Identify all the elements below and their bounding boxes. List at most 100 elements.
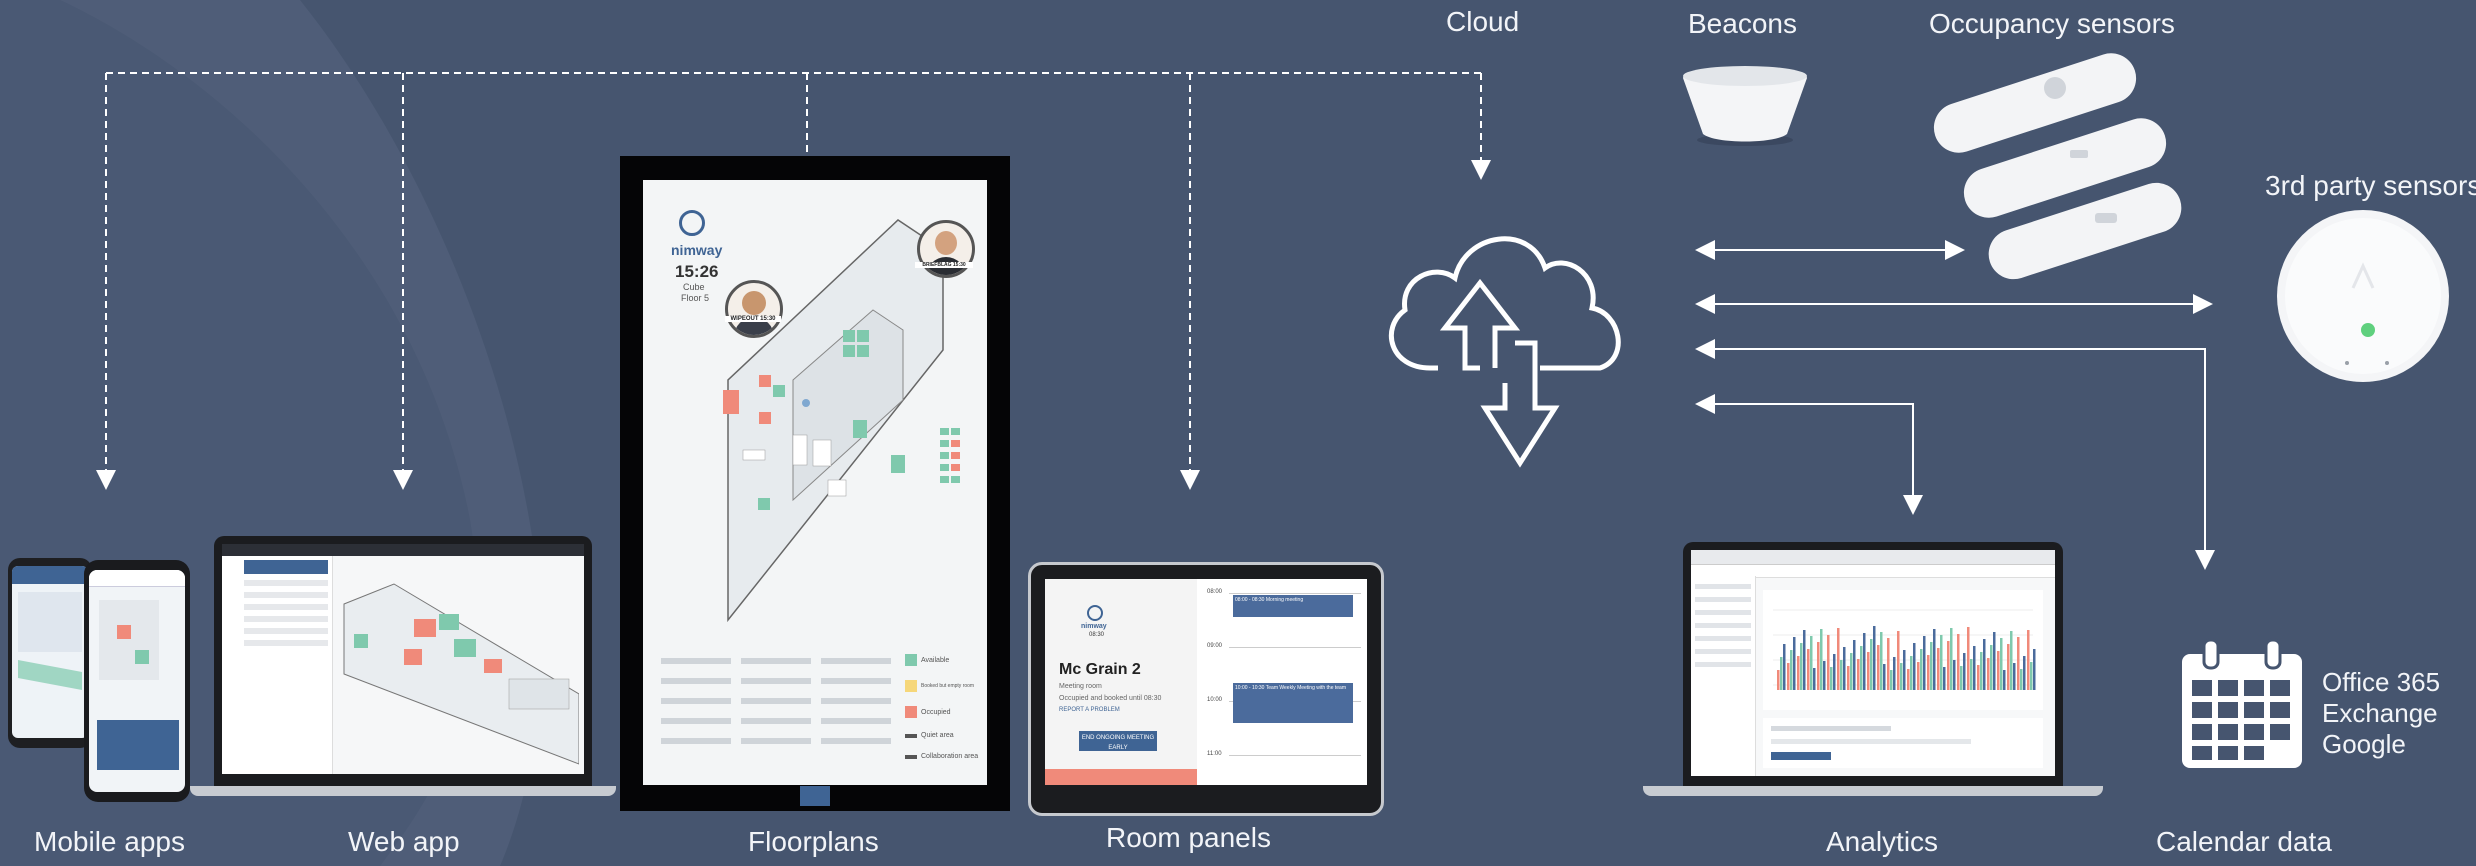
analytics-bar: [1993, 632, 1996, 690]
analytics-bar: [1950, 628, 1953, 690]
analytics-bar: [2020, 669, 2023, 690]
label-occupancy-sensors: Occupancy sensors: [1929, 8, 2175, 39]
analytics-bar: [1780, 657, 1783, 690]
analytics-bar: [2030, 662, 2033, 690]
analytics-bar: [1837, 628, 1840, 690]
label-analytics: Analytics: [1826, 826, 1939, 857]
analytics-bar: [1970, 659, 1973, 690]
avatar-left: [725, 280, 783, 338]
analytics-bar: [1893, 657, 1896, 690]
calendar-source-exchange: Exchange: [2322, 698, 2438, 728]
analytics-bar: [1840, 660, 1843, 690]
analytics-bar: [1907, 669, 1910, 690]
label-calendar-data: Calendar data: [2156, 826, 2332, 857]
analytics-bar: [1863, 633, 1866, 690]
analytics-bar: [1880, 632, 1883, 690]
analytics-bar: [1927, 655, 1930, 690]
analytics-bar: [1790, 650, 1793, 690]
room-panel-tablet: nimway 08:30 Mc Grain 2 Meeting room Occ…: [1028, 562, 1384, 816]
analytics-bar: [1940, 635, 1943, 690]
analytics-bar: [1833, 654, 1836, 690]
analytics-bar: [1947, 641, 1950, 690]
analytics-bar: [1877, 645, 1880, 690]
analytics-bar: [1900, 663, 1903, 690]
calendar-sources: Office 365 Exchange Google: [2322, 667, 2440, 760]
kiosk-logo-tab: [800, 786, 830, 806]
panel-status: Occupied and booked until 08:30: [1059, 695, 1162, 702]
analytics-bar: [1910, 656, 1913, 690]
analytics-bar: [1883, 664, 1886, 690]
analytics-bar: [1960, 666, 1963, 690]
panel-room-name: Mc Grain 2: [1059, 661, 1141, 678]
badge-left: WIPEOUT 15:30: [725, 316, 781, 322]
analytics-bar: [1870, 639, 1873, 690]
analytics-bar: [1997, 651, 2000, 690]
end-meeting-button[interactable]: END ONGOING MEETING EARLY: [1079, 731, 1157, 751]
floorplan-kiosk: nimway 15:26 Cube Floor 5 WIPEOUT 15:30 …: [620, 156, 1010, 811]
analytics-bar: [1953, 660, 1956, 690]
analytics-bar: [1827, 635, 1830, 690]
analytics-bar: [1843, 647, 1846, 690]
analytics-bar: [1847, 666, 1850, 690]
mobile-phone-back: [8, 558, 92, 748]
panel-time-1: 09:00: [1207, 643, 1223, 649]
analytics-bar: [1857, 659, 1860, 690]
legend-available: Available: [921, 656, 950, 664]
calendar-source-office365: Office 365: [2322, 667, 2441, 697]
analytics-bar: [1980, 652, 1983, 690]
analytics-bar: [1817, 642, 1820, 690]
analytics-bar: [1800, 643, 1803, 690]
analytics-bar: [2033, 649, 2036, 690]
analytics-bar: [2027, 630, 2030, 690]
panel-time: 08:30: [1089, 632, 1105, 638]
analytics-bar: [1930, 642, 1933, 690]
analytics-bar: [1787, 663, 1790, 690]
panel-event-1: 10:00 - 10:30 Team Weekly Meeting with t…: [1233, 683, 1353, 723]
legend-occupied: Occupied: [921, 708, 951, 716]
third-party-sensor-device: [2277, 210, 2449, 382]
analytics-bar: [1803, 630, 1806, 690]
calendar-source-google: Google: [2322, 729, 2406, 759]
arrow-analytics: [1695, 394, 1923, 515]
analytics-bar: [1830, 667, 1833, 690]
analytics-bar: [1867, 652, 1870, 690]
analytics-bar: [2023, 656, 2026, 690]
analytics-bar: [1813, 668, 1816, 690]
analytics-bar: [1983, 639, 1986, 690]
analytics-bar: [1973, 646, 1976, 690]
analytics-bar: [1967, 627, 1970, 690]
calendar-icon: [2182, 638, 2302, 768]
badge-right: BRIEFBLAG 15:30: [915, 262, 973, 268]
legend-collab: Collaboration area: [921, 753, 979, 760]
analytics-bar: [1890, 670, 1893, 690]
label-third-party-sensors: 3rd party sensors: [2265, 170, 2476, 201]
panel-time-3: 11:00: [1207, 751, 1222, 757]
analytics-bar: [1850, 653, 1853, 690]
panel-report-link[interactable]: REPORT A PROBLEM: [1059, 707, 1120, 713]
panel-time-0: 08:00: [1207, 589, 1223, 595]
floorplan-legend: Available Booked but empty room Occupied…: [905, 654, 985, 760]
analytics-bar: [1903, 650, 1906, 690]
legend-quiet: Quiet area: [921, 732, 954, 739]
analytics-bar: [1920, 649, 1923, 690]
label-floorplans: Floorplans: [748, 826, 879, 857]
analytics-bar: [1957, 634, 1960, 690]
analytics-bar: [1853, 640, 1856, 690]
analytics-bar: [1913, 643, 1916, 690]
label-mobile-apps: Mobile apps: [34, 826, 185, 857]
mobile-phone-front: [84, 560, 190, 802]
analytics-bar: [1937, 648, 1940, 690]
analytics-bar: [1990, 645, 1993, 690]
analytics-bar: [1777, 670, 1780, 690]
analytics-bar: [1897, 631, 1900, 690]
panel-brand: nimway: [1081, 623, 1107, 630]
avatar-right: [917, 220, 975, 278]
analytics-bar: [2007, 644, 2010, 690]
analytics-bar: [2017, 637, 2020, 690]
panel-time-2: 10:00: [1207, 697, 1223, 703]
analytics-bar: [1943, 667, 1946, 690]
analytics-bar: [2003, 670, 2006, 690]
cloud-upload-download-icon: [1388, 236, 1621, 468]
analytics-bar: [1810, 636, 1813, 690]
analytics-bar: [1917, 662, 1920, 690]
